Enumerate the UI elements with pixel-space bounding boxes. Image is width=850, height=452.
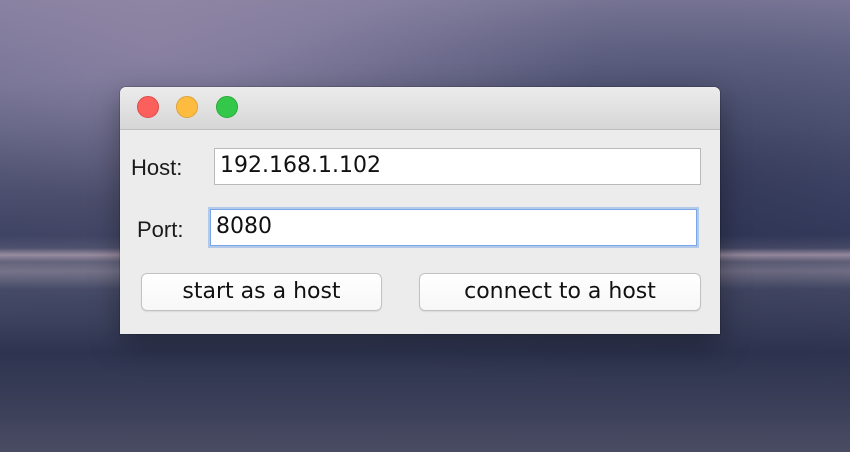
close-window-button[interactable] — [137, 96, 159, 118]
title-bar[interactable] — [120, 87, 720, 130]
port-label: Port: — [137, 217, 184, 242]
minimize-window-button[interactable] — [176, 96, 198, 118]
host-label: Host: — [131, 155, 183, 180]
app-window: Host: 192.168.1.102 Port: 8080 start as … — [120, 87, 720, 334]
zoom-window-button[interactable] — [216, 96, 238, 118]
start-as-host-button[interactable]: start as a host — [141, 273, 382, 311]
host-input[interactable]: 192.168.1.102 — [214, 148, 701, 185]
connect-to-host-button[interactable]: connect to a host — [419, 273, 701, 311]
port-input[interactable]: 8080 — [210, 209, 697, 246]
